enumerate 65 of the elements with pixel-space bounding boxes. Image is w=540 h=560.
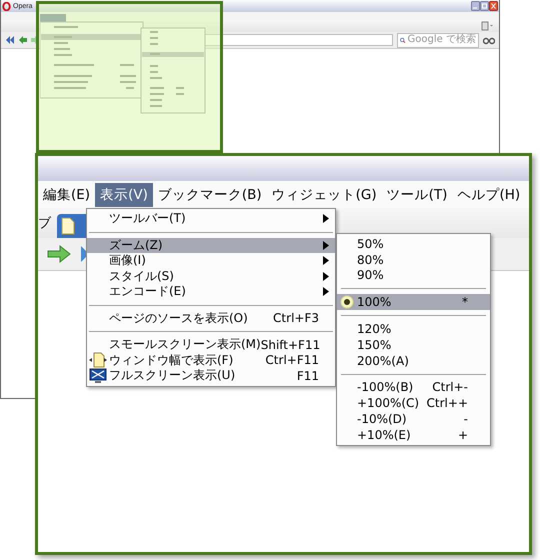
menu-item[interactable]: -100%(B) Ctrl+- xyxy=(337,380,490,396)
shortcut-text: F11 xyxy=(296,368,320,383)
shortcut-text: Ctrl+F11 xyxy=(265,353,320,368)
document-icon xyxy=(61,217,75,235)
menu-item[interactable]: 画像(I) xyxy=(87,253,335,268)
shortcut-text: Ctrl++ xyxy=(426,396,469,410)
menu-item-label: +100%(C) xyxy=(357,396,420,410)
menu-item[interactable]: 90% xyxy=(337,268,490,284)
menu-item[interactable]: ページのソースを表示(O) Ctrl+F3 xyxy=(87,310,335,326)
menu-item-label: 90% xyxy=(357,268,385,282)
binoculars-icon[interactable] xyxy=(483,35,495,45)
monitor-icon xyxy=(89,368,107,384)
menu-item-label: 120% xyxy=(357,322,392,336)
menu-item[interactable]: 120% xyxy=(337,321,490,337)
shortcut-text: Ctrl+F3 xyxy=(273,311,320,326)
shortcut-text: - xyxy=(464,412,469,426)
menu-item[interactable]: エンコード(E) xyxy=(87,284,335,300)
shortcut-text: * xyxy=(462,295,469,310)
menu-item-label: フルスクリーン表示(U) xyxy=(109,367,236,384)
menu-item-label: ツールバー(T) xyxy=(109,210,187,228)
menu-bar-item[interactable]: ウィジェット(G) xyxy=(266,182,382,206)
menu-item-label: -10%(D) xyxy=(357,412,408,426)
menu-item[interactable]: -10%(D) - xyxy=(337,411,490,427)
tab[interactable]: ブ xyxy=(38,214,51,238)
window-controls-icon[interactable] xyxy=(471,1,498,11)
menu-item-label: スタイル(S) xyxy=(109,268,175,285)
menu-item[interactable]: 50% xyxy=(337,236,490,252)
menu-bar-item[interactable]: 編集(E) xyxy=(38,182,96,206)
menu-item-label: 100% xyxy=(357,295,392,310)
menu-item-label: スモールスクリーン表示(M) xyxy=(109,336,261,354)
shortcut-text: Shift+F11 xyxy=(260,338,322,352)
menu-item[interactable]: 150% xyxy=(337,336,490,353)
browser-logo-icon xyxy=(2,2,11,10)
menu-item-label: エンコード(E) xyxy=(109,283,187,300)
menu-bar-item[interactable]: ブックマーク(B) xyxy=(152,182,267,206)
menu-item-label: ウィンドウ幅で表示(F) xyxy=(109,352,234,369)
menu-item-label: +10%(E) xyxy=(357,428,412,442)
menu-item-label: 150% xyxy=(357,338,392,352)
menu-item-label: ページのソースを表示(O) xyxy=(109,310,249,327)
menu-item-label: 80% xyxy=(357,252,385,267)
menu-bar-item[interactable]: ツール(T) xyxy=(382,182,452,206)
menu-bar-item[interactable]: ヘルプ(H) xyxy=(452,182,526,206)
menu-item[interactable]: ズーム(Z) xyxy=(87,238,335,253)
fit-page-icon xyxy=(89,352,107,368)
menu-item[interactable]: +100%(C) Ctrl++ xyxy=(337,395,490,412)
menu-item[interactable]: スモールスクリーン表示(M)Shift+F11 xyxy=(87,337,335,352)
submenu-arrow-icon xyxy=(323,214,329,224)
menu-item[interactable]: ウィンドウ幅で表示(F) Ctrl+F11 xyxy=(87,352,335,368)
menu-bar-item[interactable]: 表示(V) xyxy=(95,182,153,206)
menu-item[interactable]: ツールバー(T) xyxy=(87,211,335,226)
shortcut-text: Ctrl+- xyxy=(432,380,469,394)
menu-item[interactable]: +10%(E) + xyxy=(337,426,490,443)
menu-item-label: ズーム(Z) xyxy=(109,236,164,254)
menu-item[interactable]: 80% xyxy=(337,252,490,268)
menu-item-label: 200%(A) xyxy=(357,354,410,368)
menu-item[interactable]: スタイル(S) xyxy=(87,268,335,284)
shortcut-text: + xyxy=(458,428,469,442)
menu-item[interactable]: 200%(A) xyxy=(337,352,490,369)
menu-item-label: 50% xyxy=(357,236,385,251)
menu-item-label: -100%(B) xyxy=(357,380,414,394)
search-icon xyxy=(400,36,406,44)
menu-item[interactable]: フルスクリーン表示(U) F11 xyxy=(87,368,335,384)
menu-item-label: 画像(I) xyxy=(109,252,147,270)
menu-item[interactable]: 100% * xyxy=(337,294,490,310)
forward-arrow-icon[interactable] xyxy=(46,243,72,265)
